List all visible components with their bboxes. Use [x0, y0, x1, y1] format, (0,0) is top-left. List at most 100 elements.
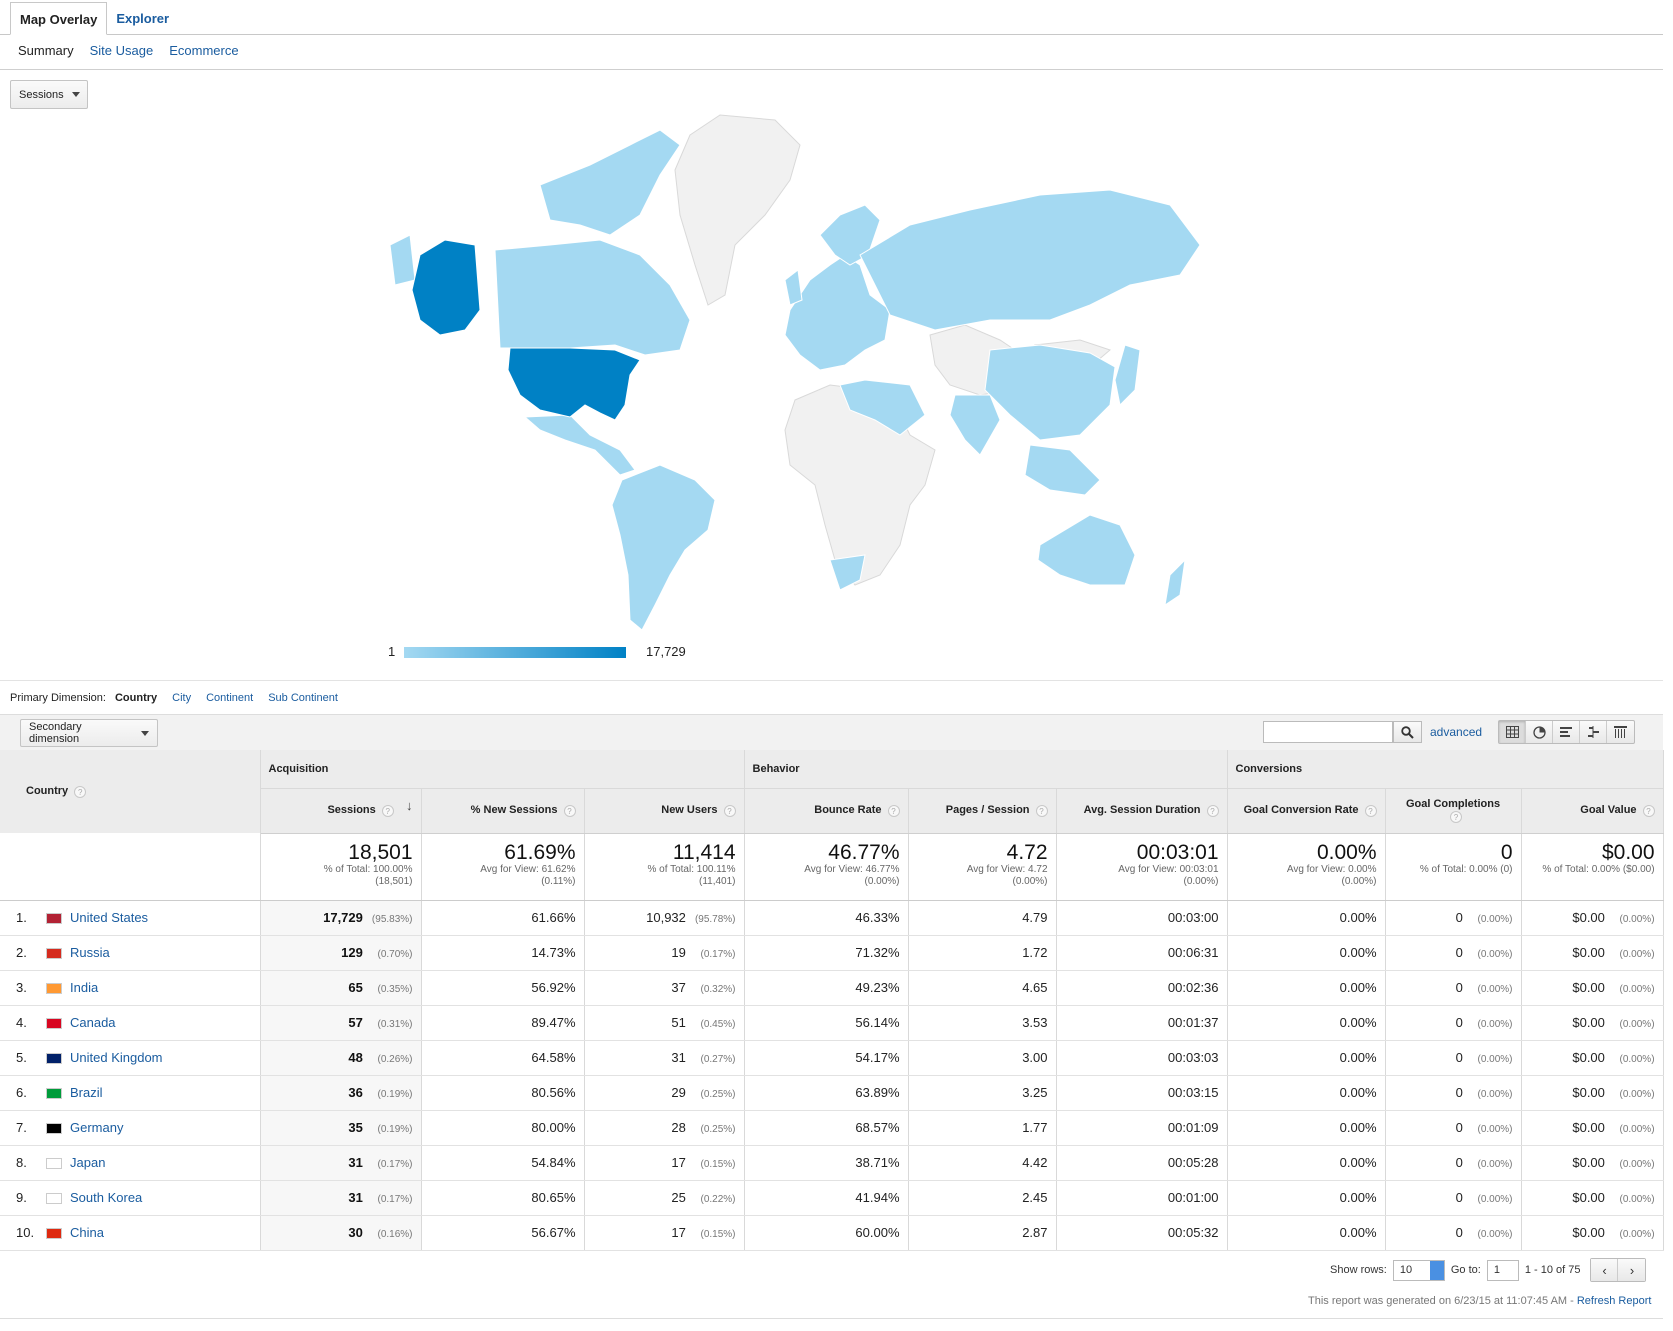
header-avg-duration[interactable]: Avg. Session Duration?	[1056, 788, 1228, 834]
country-link[interactable]: Canada	[70, 1015, 116, 1030]
previous-page-button[interactable]: ‹	[1591, 1259, 1619, 1281]
dimension-continent[interactable]: Continent	[206, 692, 253, 704]
show-rows-select[interactable]: 10	[1392, 1259, 1445, 1281]
metric-selector[interactable]: Sessions	[10, 80, 88, 109]
subtab-ecommerce[interactable]: Ecommerce	[169, 43, 238, 58]
country-link[interactable]: China	[70, 1225, 104, 1240]
table-search-input[interactable]	[1263, 721, 1393, 743]
tab-map-overlay[interactable]: Map Overlay	[10, 2, 108, 35]
header-goal-value[interactable]: Goal Value?	[1521, 788, 1664, 834]
cell-sessions: 57 (0.31%)	[260, 1005, 422, 1041]
primary-dimension-label: Primary Dimension:	[10, 692, 106, 704]
cell-avg-duration: 00:03:15	[1056, 1075, 1228, 1111]
row-index: 8.	[16, 1155, 27, 1170]
cell-avg-duration: 00:02:36	[1056, 970, 1228, 1006]
cell-goal-completions: 0 (0.00%)	[1385, 1040, 1522, 1076]
country-link[interactable]: Brazil	[70, 1085, 103, 1100]
region-south-america	[611, 464, 716, 631]
country-link[interactable]: Japan	[70, 1155, 105, 1170]
total-goal-completions: 0% of Total: 0.00% (0)	[1385, 833, 1522, 901]
header-country[interactable]: Country?	[0, 750, 261, 833]
country-link[interactable]: United Kingdom	[70, 1050, 163, 1065]
pie-view-button[interactable]	[1526, 721, 1553, 743]
arrow-down-icon: ↓	[406, 798, 413, 814]
cell-goal-value: $0.00 (0.00%)	[1521, 1075, 1664, 1111]
dimension-sub-continent[interactable]: Sub Continent	[268, 692, 338, 704]
table-row: 5. United Kingdom 48 (0.26%) 64.58% 31 (0.27…	[0, 1040, 1664, 1076]
country-link[interactable]: United States	[70, 910, 148, 925]
dimension-city[interactable]: City	[172, 692, 191, 704]
subtab-site-usage[interactable]: Site Usage	[90, 43, 154, 58]
total-goal-conversion-rate: 0.00% Avg for View: 0.00% (0.00%)	[1227, 833, 1386, 901]
tabs-divider	[0, 34, 1663, 35]
table-row: 3. India 65 (0.35%) 56.92% 37 (0.32%) 49.23% 4…	[0, 970, 1664, 1006]
table-row: 10. China 30 (0.16%) 56.67% 17 (0.15%) 60.00%…	[0, 1215, 1664, 1251]
cell-sessions: 30 (0.16%)	[260, 1215, 422, 1251]
cell-country: 6. Brazil	[0, 1075, 261, 1111]
cell-new-users: 28 (0.25%)	[584, 1110, 745, 1146]
header-bounce-rate[interactable]: Bounce Rate?	[744, 788, 909, 834]
search-button[interactable]	[1393, 721, 1422, 743]
cell-bounce-rate: 38.71%	[744, 1145, 909, 1181]
refresh-report-link[interactable]: Refresh Report	[1577, 1295, 1652, 1307]
world-map[interactable]	[390, 105, 1290, 670]
cell-new-sessions: 61.66%	[421, 900, 585, 936]
cell-country: 8. Japan	[0, 1145, 261, 1181]
table-row: 8. Japan 31 (0.17%) 54.84% 17 (0.15%) 38.71% 4…	[0, 1145, 1664, 1181]
header-goal-conversion-rate[interactable]: Goal Conversion Rate?	[1227, 788, 1386, 834]
header-sessions[interactable]: ↓ Sessions?	[260, 788, 422, 834]
table-view-button[interactable]	[1499, 721, 1526, 743]
cell-sessions: 35 (0.19%)	[260, 1110, 422, 1146]
cell-sessions: 48 (0.26%)	[260, 1040, 422, 1076]
help-icon: ?	[74, 785, 87, 798]
cell-goal-completions: 0 (0.00%)	[1385, 1180, 1522, 1216]
country-link[interactable]: India	[70, 980, 98, 995]
map-data-regions	[390, 129, 1201, 631]
header-pages-session[interactable]: Pages / Session?	[908, 788, 1057, 834]
header-new-sessions[interactable]: % New Sessions?	[421, 788, 585, 834]
secondary-dimension-button[interactable]: Secondary dimension	[20, 719, 158, 747]
total-new-sessions: 61.69% Avg for View: 61.62% (0.11%)	[421, 833, 585, 901]
region-australia	[1037, 514, 1136, 586]
cell-sessions: 65 (0.35%)	[260, 970, 422, 1006]
pagination: Show rows: 10 Go to: 1 1 - 10 of 75 ‹ ›	[1330, 1258, 1647, 1282]
cell-bounce-rate: 49.23%	[744, 970, 909, 1006]
cell-goal-conversion-rate: 0.00%	[1227, 935, 1386, 971]
report-generated-note: This report was generated on 6/23/15 at …	[1308, 1295, 1652, 1307]
performance-view-button[interactable]	[1553, 721, 1580, 743]
subtab-summary[interactable]: Summary	[18, 43, 74, 58]
dimension-country[interactable]: Country	[115, 692, 157, 704]
pivot-view-button[interactable]	[1607, 721, 1634, 743]
country-link[interactable]: Russia	[70, 945, 110, 960]
cell-country: 5. United Kingdom	[0, 1040, 261, 1076]
goto-input[interactable]: 1	[1486, 1259, 1519, 1281]
flag-icon	[46, 1088, 62, 1100]
legend-gradient	[404, 647, 626, 658]
country-link[interactable]: South Korea	[70, 1190, 142, 1205]
cell-goal-completions: 0 (0.00%)	[1385, 970, 1522, 1006]
cell-goal-completions: 0 (0.00%)	[1385, 1215, 1522, 1251]
cell-new-users: 37 (0.32%)	[584, 970, 745, 1006]
cell-new-sessions: 14.73%	[421, 935, 585, 971]
advanced-filter-link[interactable]: advanced	[1430, 725, 1482, 739]
chevron-down-icon	[71, 92, 80, 97]
cell-bounce-rate: 68.57%	[744, 1110, 909, 1146]
cell-country: 9. South Korea	[0, 1180, 261, 1216]
country-link[interactable]: Germany	[70, 1120, 123, 1135]
region-mexico	[523, 414, 636, 476]
header-goal-completions[interactable]: Goal Completions?	[1385, 788, 1522, 834]
cell-goal-conversion-rate: 0.00%	[1227, 1110, 1386, 1146]
help-icon: ?	[1450, 810, 1463, 823]
next-page-button[interactable]: ›	[1618, 1259, 1646, 1281]
cell-pages-session: 4.42	[908, 1145, 1057, 1181]
help-icon: ?	[1035, 804, 1048, 817]
cell-new-users: 25 (0.22%)	[584, 1180, 745, 1216]
cell-goal-completions: 0 (0.00%)	[1385, 1145, 1522, 1181]
comparison-view-button[interactable]	[1580, 721, 1607, 743]
tab-explorer[interactable]: Explorer	[107, 2, 178, 35]
cell-sessions: 129 (0.70%)	[260, 935, 422, 971]
row-index: 7.	[16, 1120, 27, 1135]
flag-icon	[46, 1018, 62, 1030]
header-new-users[interactable]: New Users?	[584, 788, 745, 834]
region-south-africa	[829, 554, 866, 591]
